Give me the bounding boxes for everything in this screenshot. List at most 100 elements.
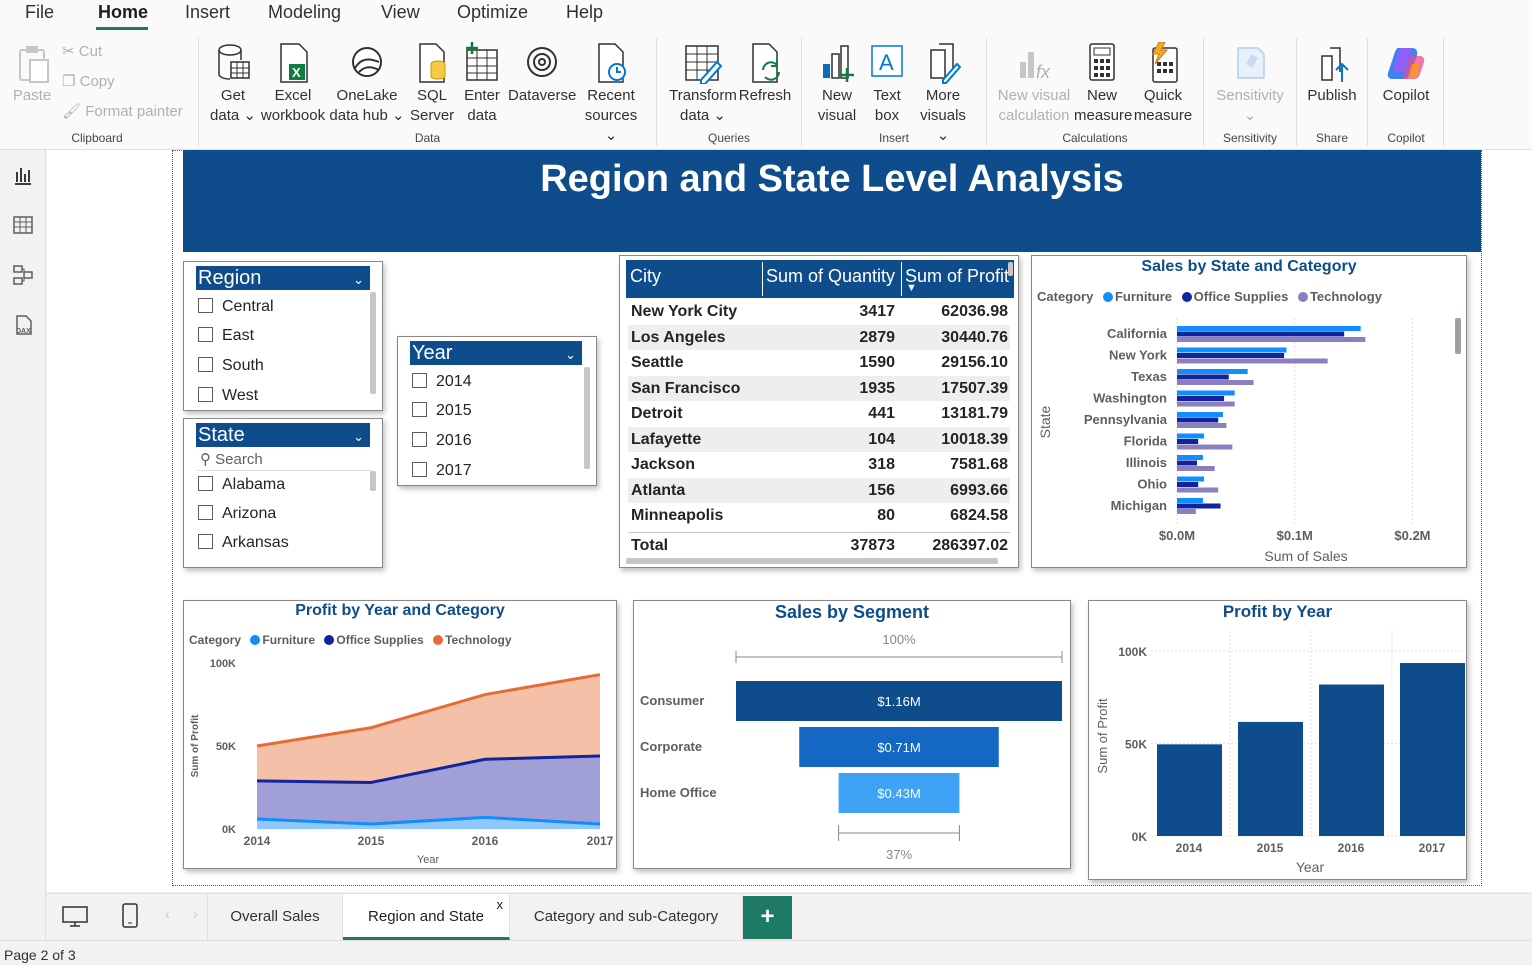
bar-technology[interactable] [1177, 487, 1219, 493]
state-item-arizona[interactable]: Arizona [198, 503, 276, 525]
state-item-arkansas[interactable]: Arkansas [198, 532, 289, 554]
mobile-layout-icon[interactable] [121, 903, 139, 929]
dataverse-button[interactable]: Dataverse [508, 42, 576, 106]
sensitivity-button[interactable]: Sensitivity ⌄ [1210, 42, 1290, 126]
checkbox[interactable] [198, 505, 213, 520]
tab-overall-sales[interactable]: Overall Sales [208, 894, 343, 940]
bar-office-supplies[interactable] [1177, 503, 1221, 509]
year-slicer-header[interactable]: Year ⌄ [410, 341, 582, 365]
state-search-input[interactable]: ⚲ Search [196, 449, 372, 471]
excel-workbook-button[interactable]: X Excel workbook [260, 42, 326, 126]
checkbox[interactable] [198, 357, 213, 372]
table-row[interactable]: Jackson 318 7581.68 [628, 452, 1010, 477]
table-row[interactable]: Minneapolis 80 6824.58 [628, 503, 1010, 528]
column-header-quantity[interactable]: Sum of Quantity [766, 266, 895, 287]
refresh-button[interactable]: Refresh [738, 42, 792, 106]
region-item-central[interactable]: Central [198, 296, 274, 318]
checkbox[interactable] [198, 476, 213, 491]
publish-button[interactable]: Publish [1304, 42, 1360, 106]
menu-view[interactable]: View [381, 2, 420, 23]
enter-data-button[interactable]: Enter data [460, 42, 504, 126]
menu-optimize[interactable]: Optimize [457, 2, 528, 23]
paste-button[interactable]: Paste [10, 44, 54, 106]
new-visual-button[interactable]: New visual [814, 42, 860, 126]
add-page-button[interactable]: + [743, 896, 792, 939]
scrollbar[interactable] [370, 471, 376, 491]
bar-office-supplies[interactable] [1177, 374, 1229, 380]
copilot-button[interactable]: Copilot [1376, 42, 1436, 106]
bar-office-supplies[interactable] [1177, 482, 1199, 487]
bar-office-supplies[interactable] [1177, 460, 1198, 466]
bar-furniture[interactable] [1177, 347, 1287, 353]
menu-file[interactable]: File [25, 2, 54, 23]
scrollbar[interactable] [584, 367, 590, 469]
year-item-2017[interactable]: 2017 [412, 460, 472, 482]
copy-button[interactable]: ❐ Copy [62, 72, 115, 90]
horizontal-scrollbar[interactable] [626, 558, 998, 564]
new-measure-button[interactable]: New measure [1074, 42, 1132, 126]
table-row[interactable]: Lafayette 104 10018.39 [628, 426, 1010, 452]
bar-2016[interactable] [1319, 684, 1384, 836]
desktop-layout-icon[interactable] [61, 906, 89, 928]
checkbox[interactable] [198, 327, 213, 342]
bar-furniture[interactable] [1177, 498, 1203, 503]
transform-data-button[interactable]: Transform data ⌄ [668, 42, 738, 126]
report-view-icon[interactable] [12, 164, 34, 186]
bar-furniture[interactable] [1177, 412, 1223, 417]
chevron-right-icon[interactable]: › [193, 906, 198, 922]
text-box-button[interactable]: A Text box [864, 42, 910, 126]
bar-technology[interactable] [1177, 337, 1366, 342]
checkbox[interactable] [412, 462, 427, 477]
tab-category-sub-category[interactable]: Category and sub-Category [510, 894, 743, 940]
state-slicer-header[interactable]: State ⌄ [196, 423, 370, 447]
checkbox[interactable] [198, 534, 213, 549]
model-view-icon[interactable] [12, 264, 34, 286]
menu-insert[interactable]: Insert [185, 2, 230, 23]
bar-2017[interactable] [1400, 663, 1465, 836]
bar-office-supplies[interactable] [1177, 353, 1285, 358]
bar-technology[interactable] [1177, 509, 1196, 514]
table-row[interactable]: San Francisco 1935 17507.39 [628, 375, 1010, 401]
bar-technology[interactable] [1177, 358, 1328, 364]
bar-2014[interactable] [1157, 744, 1222, 836]
checkbox[interactable] [412, 402, 427, 417]
checkbox[interactable] [198, 387, 213, 402]
bar-furniture[interactable] [1177, 455, 1203, 460]
chevron-down-icon[interactable]: ⌄ [353, 425, 364, 449]
vertical-scrollbar[interactable] [1455, 318, 1461, 354]
bar-office-supplies[interactable] [1177, 331, 1345, 337]
bar-office-supplies[interactable] [1177, 439, 1199, 444]
bar-office-supplies[interactable] [1177, 417, 1219, 423]
dax-query-view-icon[interactable]: DAX [12, 314, 34, 336]
bar-furniture[interactable] [1177, 390, 1235, 396]
quick-measure-button[interactable]: Quick measure [1132, 42, 1194, 126]
year-item-2015[interactable]: 2015 [412, 400, 472, 422]
chevron-down-icon[interactable]: ⌄ [565, 343, 576, 367]
new-visual-calculation-button[interactable]: fx New visual calculation [994, 42, 1074, 126]
column-header-city[interactable]: City [630, 266, 661, 287]
table-row[interactable]: Detroit 441 13181.79 [628, 401, 1010, 426]
sql-server-button[interactable]: SQL Server [410, 42, 454, 126]
bar-furniture[interactable] [1177, 476, 1205, 482]
bar-2015[interactable] [1238, 721, 1303, 836]
bar-technology[interactable] [1177, 444, 1233, 450]
region-item-south[interactable]: South [198, 355, 264, 377]
table-row[interactable]: Los Angeles 2879 30440.76 [628, 324, 1010, 350]
state-item-alabama[interactable]: Alabama [198, 474, 285, 496]
get-data-button[interactable]: Get data ⌄ [208, 42, 258, 126]
region-item-west[interactable]: West [198, 385, 258, 407]
chevron-left-icon[interactable]: ‹ [165, 906, 170, 922]
bar-furniture[interactable] [1177, 369, 1248, 374]
format-painter-button[interactable]: 🖌 Format painter [62, 102, 183, 120]
checkbox[interactable] [412, 432, 427, 447]
table-view-icon[interactable] [12, 214, 34, 236]
year-item-2016[interactable]: 2016 [412, 430, 472, 452]
chevron-down-icon[interactable]: ⌄ [353, 268, 364, 292]
bar-technology[interactable] [1177, 466, 1215, 471]
bar-technology[interactable] [1177, 423, 1227, 428]
cut-button[interactable]: ✂ Cut [62, 42, 102, 60]
column-header-profit[interactable]: Sum of Profit [905, 266, 1010, 287]
close-tab-icon[interactable]: x [497, 882, 504, 928]
region-item-east[interactable]: East [198, 325, 254, 347]
table-row[interactable]: New York City 3417 62036.98 [628, 299, 1010, 324]
